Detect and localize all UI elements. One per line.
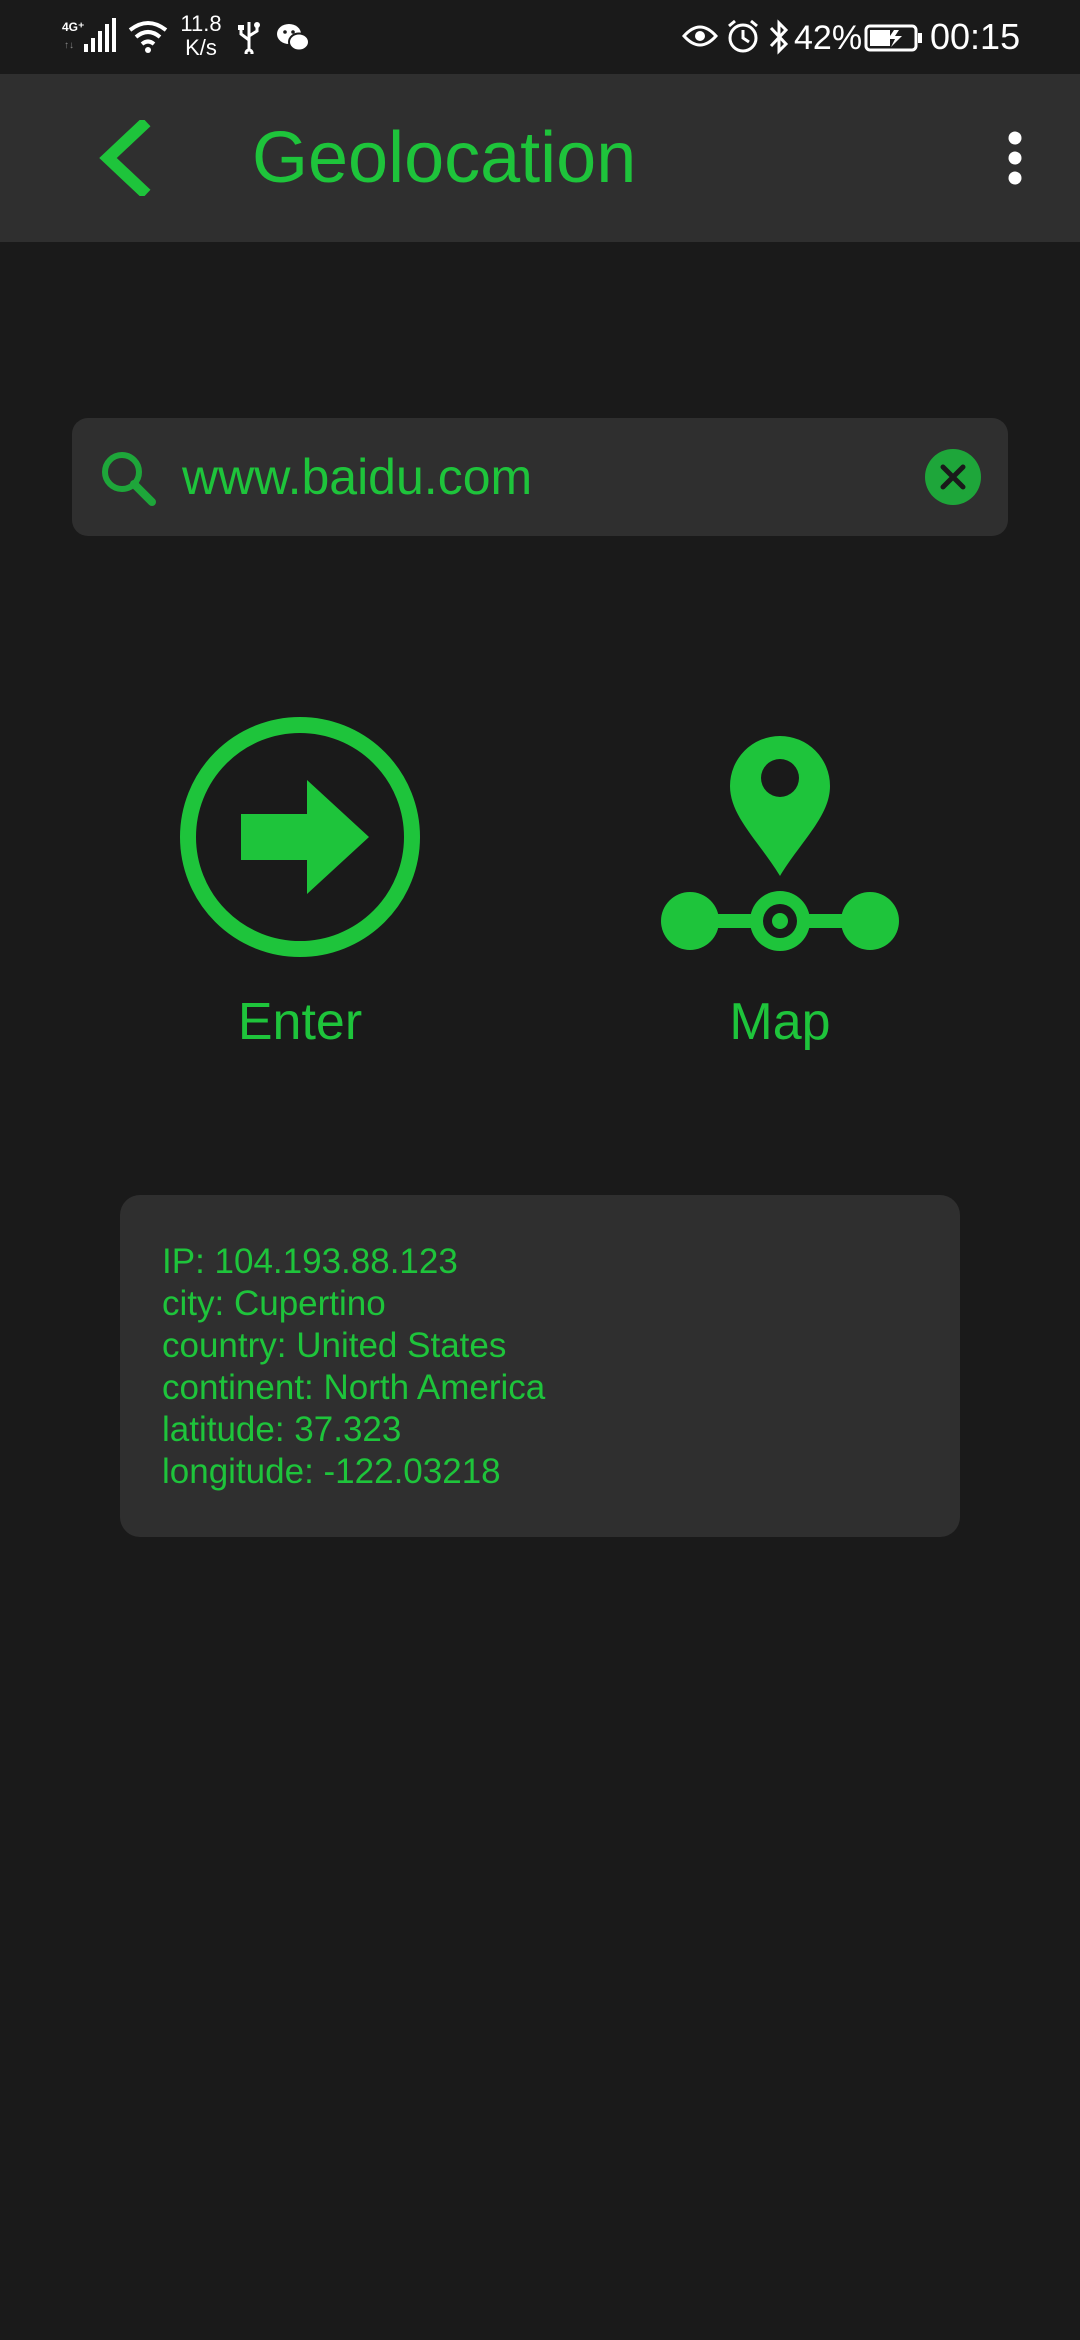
more-vert-icon: [1008, 131, 1022, 185]
back-button[interactable]: [80, 114, 168, 202]
bluetooth-icon: [769, 19, 789, 55]
search-box: [72, 418, 1008, 536]
map-label: Map: [729, 993, 831, 1051]
search-icon: [102, 452, 156, 506]
svg-text:↑↓: ↑↓: [64, 40, 74, 51]
cell-signal-icon: 4G⁺ ↑↓: [62, 18, 116, 52]
arrow-right-circle-icon: [180, 717, 420, 957]
network-speed: 11.8 K/s: [176, 12, 226, 60]
chevron-left-icon: [99, 120, 151, 196]
ip-text: IP: 104.193.88.123: [162, 1242, 458, 1281]
wechat-icon: [277, 24, 310, 52]
geolocation-info-card: IP: 104.193.88.123 city: Cupertino count…: [120, 1195, 960, 1537]
map-pin-route-icon: [661, 736, 899, 951]
latitude-text: latitude: 37.323: [162, 1410, 402, 1449]
more-options-button[interactable]: [990, 118, 1040, 198]
alarm-icon: [728, 19, 758, 53]
usb-icon: [238, 22, 260, 54]
network-speed-value: 11.8: [180, 11, 222, 36]
status-bar: 4G⁺ ↑↓ 11.8 K/s 42% 00:15: [0, 0, 1080, 74]
clear-button[interactable]: [924, 448, 982, 506]
battery-percent: 42%: [794, 19, 863, 57]
svg-text:4G⁺: 4G⁺: [62, 20, 84, 34]
enter-label: Enter: [237, 993, 363, 1051]
wifi-icon: [128, 21, 168, 53]
battery-charging-icon: [864, 24, 922, 52]
page-title: Geolocation: [252, 118, 637, 198]
enter-button[interactable]: Enter: [150, 710, 450, 1070]
url-input[interactable]: [182, 438, 882, 516]
map-button[interactable]: Map: [630, 710, 930, 1070]
close-circle-icon: [925, 449, 981, 505]
continent-text: continent: North America: [162, 1368, 546, 1407]
longitude-text: longitude: -122.03218: [162, 1452, 501, 1491]
eye-comfort-icon: [682, 25, 718, 47]
network-speed-unit: K/s: [185, 35, 217, 60]
city-text: city: Cupertino: [162, 1284, 386, 1323]
app-bar: Geolocation: [0, 74, 1080, 242]
country-text: country: United States: [162, 1326, 507, 1365]
clock: 00:15: [930, 16, 1021, 57]
